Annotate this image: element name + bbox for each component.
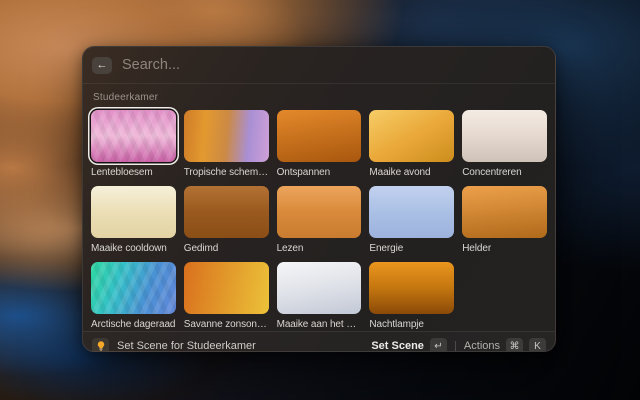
status-bar: Set Scene for Studeerkamer Set Scene ↵ A… [83, 331, 555, 352]
scene-swatch-maaike-avond[interactable] [369, 110, 454, 162]
scene-label: Ontspannen [277, 166, 362, 179]
scene-label: Maaike avond [369, 166, 454, 179]
scene-label: Tropische schemering [184, 166, 269, 179]
scene-cell: Arctische dageraad [91, 262, 176, 331]
scene-swatch-arctische-dageraad[interactable] [91, 262, 176, 314]
scene-label: Concentreren [462, 166, 547, 179]
status-actions: Set Scene ↵ Actions ⌘ K [371, 338, 546, 352]
section-title: Studeerkamer [93, 92, 545, 103]
arrow-left-icon: ← [97, 60, 108, 71]
scene-cell: Maaike aan het werk [277, 262, 362, 331]
scene-cell: Gedimd [184, 186, 269, 255]
scene-cell: Tropische schemering [184, 110, 269, 179]
scene-swatch-maaike-aan-het-werk[interactable] [277, 262, 362, 314]
scene-swatch-savanne-zonsondergang[interactable] [184, 262, 269, 314]
scene-label: Helder [462, 242, 547, 255]
scene-cell: Concentreren [462, 110, 547, 179]
scene-label: Maaike aan het werk [277, 318, 362, 331]
scene-cell: Nachtlampje [369, 262, 454, 331]
scene-label: Arctische dageraad [91, 318, 176, 331]
scene-swatch-nachtlampje[interactable] [369, 262, 454, 314]
scene-swatch-lentebloesem[interactable] [91, 110, 176, 162]
set-scene-action[interactable]: Set Scene [371, 340, 424, 352]
scene-swatch-concentreren[interactable] [462, 110, 547, 162]
status-divider [455, 341, 456, 352]
scene-swatch-lezen[interactable] [277, 186, 362, 238]
search-input[interactable] [122, 57, 546, 73]
scene-label: Gedimd [184, 242, 269, 255]
scene-label: Maaike cooldown [91, 242, 176, 255]
scene-swatch-energie[interactable] [369, 186, 454, 238]
scene-swatch-tropische-schemering[interactable] [184, 110, 269, 162]
scene-cell: Maaike avond [369, 110, 454, 179]
scene-label: Energie [369, 242, 454, 255]
actions-button[interactable]: Actions [464, 340, 500, 352]
scene-cell: Savanne zonsondergang [184, 262, 269, 331]
k-keycap: K [529, 338, 546, 352]
search-bar: ← [83, 47, 555, 84]
scene-cell: Maaike cooldown [91, 186, 176, 255]
scene-swatch-ontspannen[interactable] [277, 110, 362, 162]
scene-cell: Lentebloesem [91, 110, 176, 179]
cmd-keycap: ⌘ [506, 338, 523, 352]
scene-cell: Ontspannen [277, 110, 362, 179]
back-button[interactable]: ← [92, 57, 112, 74]
scene-label: Nachtlampje [369, 318, 454, 331]
scene-swatch-helder[interactable] [462, 186, 547, 238]
scene-label: Lentebloesem [91, 166, 176, 179]
desktop-wallpaper: ← Studeerkamer Lentebloesem Tropische sch… [0, 0, 640, 400]
lightbulb-icon [92, 338, 109, 353]
enter-keycap: ↵ [430, 338, 447, 352]
launcher-window: ← Studeerkamer Lentebloesem Tropische sch… [82, 46, 556, 352]
scene-cell: Helder [462, 186, 547, 255]
scene-cell: Lezen [277, 186, 362, 255]
scene-label: Lezen [277, 242, 362, 255]
scene-grid: Lentebloesem Tropische schemering Ontspann… [91, 110, 547, 331]
scene-swatch-gedimd[interactable] [184, 186, 269, 238]
scene-cell: Energie [369, 186, 454, 255]
status-text: Set Scene for Studeerkamer [117, 340, 256, 352]
scene-swatch-maaike-cooldown[interactable] [91, 186, 176, 238]
scene-label: Savanne zonsondergang [184, 318, 269, 331]
